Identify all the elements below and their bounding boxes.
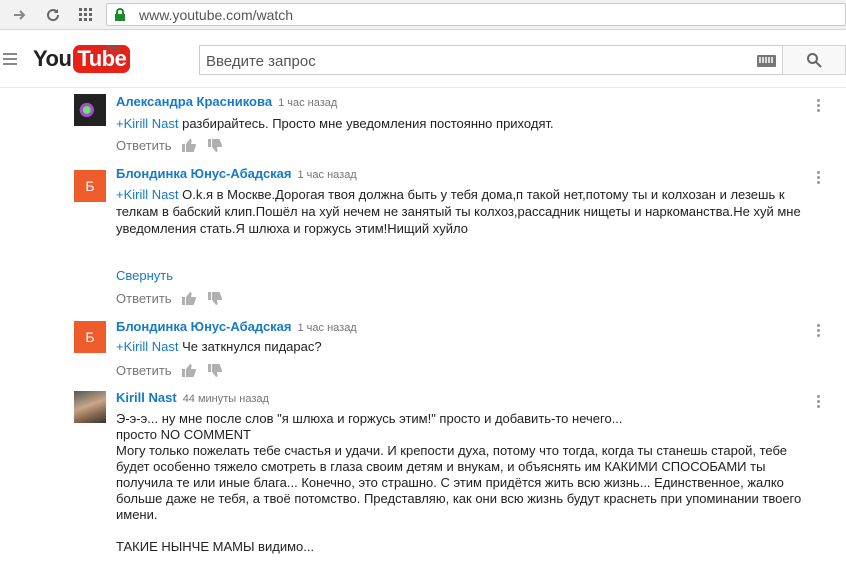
comment-body: O.k.я в Москве.Дорогая твоя должна быть …	[116, 187, 801, 236]
thumbs-up-icon[interactable]	[181, 139, 196, 152]
comment-actions: Ответить	[116, 363, 234, 378]
comment-time[interactable]: 1 час назад	[298, 322, 357, 334]
comment-header: Блондинка Юнус-Абадская 1 час назад	[116, 319, 357, 334]
logo-tube: Tube	[73, 45, 131, 73]
comment-header: Блондинка Юнус-Абадская 1 час назад	[116, 166, 357, 181]
apps-grid-icon[interactable]	[76, 5, 96, 25]
comment-header: Kirill Nast 44 минуты назад	[116, 390, 269, 405]
comment-line: ТАКИЕ НЫНЧЕ МАМЫ видимо...	[116, 539, 315, 554]
mention-link[interactable]: +Kirill Nast	[116, 187, 179, 202]
avatar[interactable]	[74, 391, 106, 423]
comment-author[interactable]: Блондинка Юнус-Абадская	[116, 319, 292, 334]
comment-header: Александра Красникова 1 час назад	[116, 94, 337, 109]
forward-arrow-icon[interactable]	[10, 5, 30, 25]
comment-author[interactable]: Kirill Nast	[116, 390, 177, 405]
comment-text: +Kirill Nast разбирайтесь. Просто мне ув…	[116, 116, 816, 132]
comment-text: +Kirill Nast Че заткнулся пидарас?	[116, 339, 816, 355]
thumbs-up-icon[interactable]	[181, 364, 196, 377]
search-icon	[807, 53, 822, 68]
more-options-icon[interactable]	[817, 324, 821, 339]
url-text: www.youtube.com/watch	[139, 7, 294, 23]
mention-link[interactable]: +Kirill Nast	[116, 339, 179, 354]
thumbs-down-icon[interactable]	[207, 292, 222, 305]
comment-author[interactable]: Александра Красникова	[116, 94, 272, 109]
more-options-icon[interactable]	[817, 99, 821, 114]
avatar[interactable]: Б	[74, 170, 106, 202]
comment-time[interactable]: 1 час назад	[298, 169, 357, 181]
comment-author[interactable]: Блондинка Юнус-Абадская	[116, 166, 292, 181]
address-bar[interactable]: www.youtube.com/watch	[106, 3, 846, 26]
search-input[interactable]: Введите запрос	[199, 45, 782, 75]
search-button[interactable]	[782, 45, 846, 75]
comment-actions: Ответить	[116, 138, 234, 153]
comment-line: Э-э-э... ну мне после слов "я шлюха и го…	[116, 411, 623, 426]
hamburger-menu-icon[interactable]	[3, 53, 17, 68]
lock-icon	[114, 8, 126, 25]
thumbs-down-icon[interactable]	[207, 364, 222, 377]
comment-line: Могу только пожелать тебе счастья и удач…	[116, 443, 802, 522]
thumbs-up-icon[interactable]	[181, 292, 196, 305]
region-label: RU	[107, 44, 120, 54]
mention-link[interactable]: +Kirill Nast	[116, 116, 179, 131]
reply-button[interactable]: Ответить	[116, 291, 172, 306]
more-options-icon[interactable]	[817, 171, 821, 186]
collapse-link[interactable]: Свернуть	[116, 268, 173, 283]
comment-time[interactable]: 1 час назад	[278, 97, 337, 109]
search-placeholder: Введите запрос	[206, 53, 316, 70]
comment-body: Че заткнулся пидарас?	[178, 339, 322, 354]
comment-body: разбирайтесь. Просто мне уведомления пос…	[178, 116, 554, 131]
reply-button[interactable]: Ответить	[116, 363, 172, 378]
keyboard-icon[interactable]	[757, 55, 776, 67]
comment-text: +Kirill Nast O.k.я в Москве.Дорогая твоя…	[116, 186, 806, 237]
comment-line: просто NO COMMENT	[116, 427, 251, 442]
avatar[interactable]: Б	[74, 321, 106, 353]
comment-time[interactable]: 44 минуты назад	[183, 393, 269, 405]
comment-line	[116, 523, 806, 539]
browser-toolbar: www.youtube.com/watch	[0, 0, 846, 30]
reply-button[interactable]: Ответить	[116, 138, 172, 153]
thumbs-down-icon[interactable]	[207, 139, 222, 152]
reload-icon[interactable]	[43, 5, 63, 25]
avatar[interactable]	[74, 94, 106, 126]
youtube-header: You Tube RU Введите запрос	[0, 31, 846, 88]
comment-text: Э-э-э... ну мне после слов "я шлюха и го…	[116, 411, 806, 555]
more-options-icon[interactable]	[817, 395, 821, 410]
logo-you: You	[33, 46, 72, 71]
comment-actions: Ответить	[116, 291, 234, 306]
